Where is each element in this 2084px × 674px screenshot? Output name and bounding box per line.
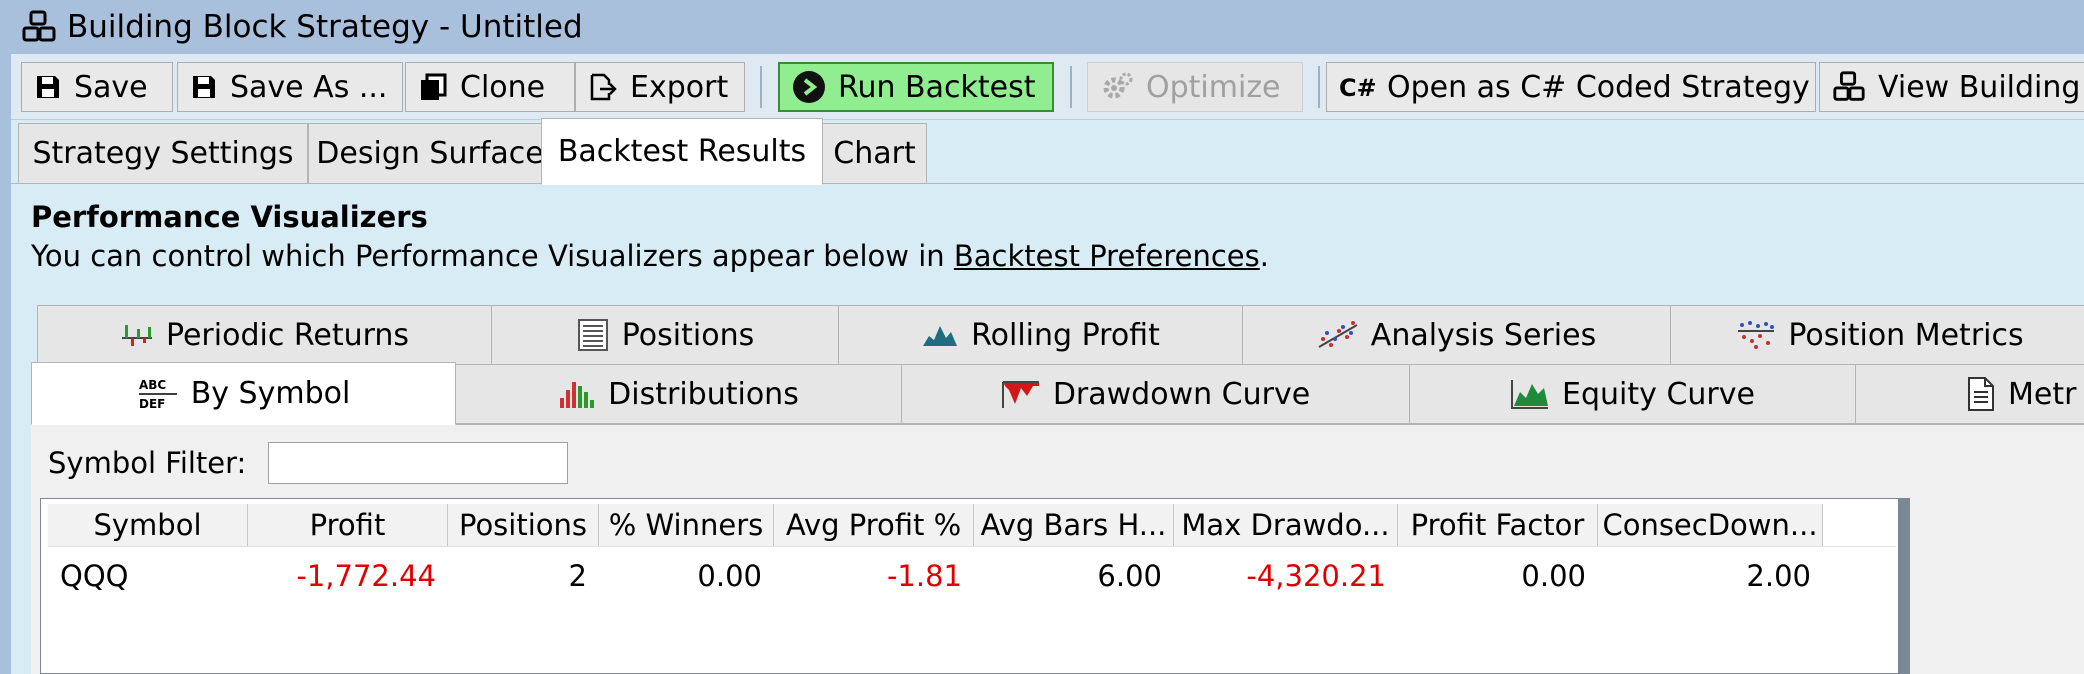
toolbar-separator <box>760 66 762 108</box>
cell-avg-profit-pct: -1.81 <box>886 559 962 593</box>
tab-distributions[interactable]: Distributions <box>455 364 902 424</box>
save-as-label: Save As ... <box>230 69 388 105</box>
equity-curve-icon <box>1511 380 1549 409</box>
window-frame <box>0 0 11 674</box>
save-as-icon <box>193 76 215 98</box>
clone-label: Clone <box>460 69 546 105</box>
gears-icon <box>1103 72 1133 99</box>
clone-icon <box>421 73 447 100</box>
column-header-consec-down[interactable]: ConsecDown... <box>1598 504 1823 546</box>
csharp-icon: C# <box>1339 74 1375 102</box>
save-label: Save <box>74 69 148 105</box>
tab-periodic-returns[interactable]: Periodic Returns <box>37 305 492 365</box>
cell-pct-winners: 0.00 <box>697 559 762 593</box>
building-blocks-icon <box>1833 71 1865 101</box>
export-button[interactable]: Export <box>575 62 745 112</box>
tab-backtest-results[interactable]: Backtest Results <box>541 118 823 185</box>
abc-def-icon: ABC DEF <box>138 378 177 411</box>
tab-by-symbol[interactable]: ABC DEF By Symbol <box>31 362 456 425</box>
save-icon <box>37 76 59 98</box>
tab-positions[interactable]: Positions <box>491 305 839 365</box>
svg-text:ABC: ABC <box>139 378 166 392</box>
column-header-avg-bars-held[interactable]: Avg Bars H... <box>974 504 1174 546</box>
play-circle-icon <box>793 71 825 103</box>
optimize-label: Optimize <box>1146 69 1281 105</box>
export-label: Export <box>630 69 729 105</box>
column-header-pct-winners[interactable]: % Winners <box>599 504 774 546</box>
by-symbol-grid: Symbol Profit Positions % Winners Avg Pr… <box>40 498 1902 674</box>
save-button[interactable]: Save <box>21 62 173 112</box>
position-metrics-icon <box>1738 321 1775 349</box>
toolbar: Save Save As ... Clone Export Run Backte… <box>11 54 2084 120</box>
rolling-profit-icon <box>923 326 958 346</box>
svg-text:DEF: DEF <box>139 397 165 411</box>
tab-rolling-profit[interactable]: Rolling Profit <box>838 305 1243 365</box>
run-backtest-label: Run Backtest <box>838 69 1036 105</box>
column-header-profit[interactable]: Profit <box>248 504 448 546</box>
distributions-icon <box>560 382 595 408</box>
grid-vertical-scrollbar[interactable] <box>1898 498 1910 674</box>
tab-drawdown-curve[interactable]: Drawdown Curve <box>901 364 1410 424</box>
symbol-filter-input[interactable] <box>268 442 568 484</box>
open-csharp-label: Open as C# Coded Strategy <box>1387 69 1810 105</box>
symbol-filter-label: Symbol Filter: <box>48 446 247 480</box>
grid-header: Symbol Profit Positions % Winners Avg Pr… <box>48 504 1823 546</box>
periodic-returns-icon <box>121 325 152 346</box>
title-bar: Building Block Strategy - Untitled <box>11 0 2084 54</box>
view-building-blocks-button[interactable]: View Building B <box>1819 62 2084 112</box>
performance-visualizers-description: You can control which Performance Visual… <box>31 239 1269 273</box>
analysis-series-icon <box>1318 321 1358 348</box>
save-as-button[interactable]: Save As ... <box>177 62 403 112</box>
cell-consec-down: 2.00 <box>1746 559 1811 593</box>
performance-visualizers-heading: Performance Visualizers <box>31 200 428 234</box>
run-backtest-button[interactable]: Run Backtest <box>778 62 1054 112</box>
open-csharp-button[interactable]: C# Open as C# Coded Strategy <box>1326 62 1816 112</box>
toolbar-separator <box>1318 66 1320 108</box>
tab-chart[interactable]: Chart <box>822 123 927 184</box>
optimize-button[interactable]: Optimize <box>1087 62 1303 112</box>
cell-positions: 2 <box>568 559 587 593</box>
drawdown-curve-icon <box>1001 381 1039 408</box>
column-header-symbol[interactable]: Symbol <box>48 504 248 546</box>
tab-analysis-series[interactable]: Analysis Series <box>1242 305 1671 365</box>
positions-list-icon <box>577 319 608 351</box>
document-icon <box>1968 377 1994 411</box>
cell-profit: -1,772.44 <box>296 559 436 593</box>
cell-max-drawdown: -4,320.21 <box>1246 559 1386 593</box>
svg-text:C#: C# <box>1339 74 1375 102</box>
clone-button[interactable]: Clone <box>405 62 575 112</box>
column-header-positions[interactable]: Positions <box>448 504 599 546</box>
tab-strategy-settings[interactable]: Strategy Settings <box>18 123 308 184</box>
cell-avg-bars-held: 6.00 <box>1097 559 1162 593</box>
column-header-max-drawdown[interactable]: Max Drawdo... <box>1174 504 1398 546</box>
view-building-blocks-label: View Building B <box>1878 69 2084 105</box>
building-blocks-icon <box>22 10 56 42</box>
export-icon <box>590 73 617 101</box>
tab-position-metrics[interactable]: Position Metrics <box>1670 305 2084 365</box>
backtest-preferences-link[interactable]: Backtest Preferences <box>954 239 1260 273</box>
tab-metrics[interactable]: Metr <box>1855 364 2084 424</box>
column-header-profit-factor[interactable]: Profit Factor <box>1398 504 1598 546</box>
grid-header-divider <box>48 546 1896 547</box>
cell-symbol: QQQ <box>60 559 129 593</box>
column-header-avg-profit-pct[interactable]: Avg Profit % <box>774 504 974 546</box>
tab-equity-curve[interactable]: Equity Curve <box>1409 364 1856 424</box>
window-title: Building Block Strategy - Untitled <box>67 9 583 45</box>
cell-profit-factor: 0.00 <box>1521 559 1586 593</box>
main-tab-strip: Strategy Settings Design Surface Backtes… <box>11 118 2084 185</box>
toolbar-separator <box>1070 66 1072 108</box>
tab-design-surface[interactable]: Design Surface <box>308 123 552 184</box>
table-row[interactable]: QQQ -1,772.44 2 0.00 -1.81 6.00 -4,320.2… <box>48 553 1823 599</box>
